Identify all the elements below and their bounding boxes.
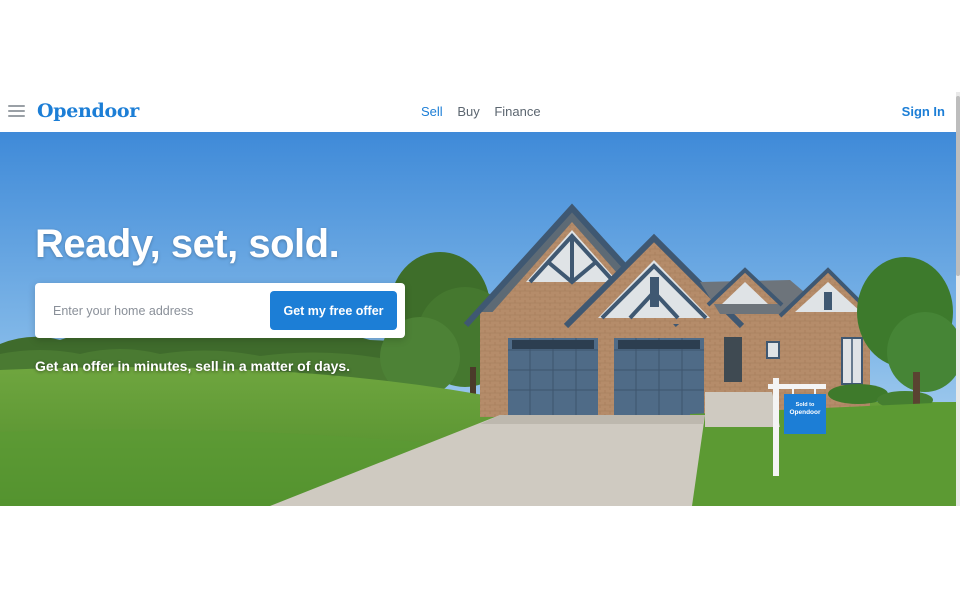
address-search-card: Get my free offer (35, 283, 405, 338)
nav-link-finance[interactable]: Finance (494, 104, 540, 119)
yard-sign-line-2: Opendoor (789, 408, 821, 416)
hero-subheadline: Get an offer in minutes, sell in a matte… (35, 358, 351, 374)
get-free-offer-button[interactable]: Get my free offer (270, 291, 397, 330)
home-address-input[interactable] (51, 300, 265, 322)
opendoor-logo[interactable]: Opendoor (37, 100, 139, 122)
nav-links: Sell Buy Finance (421, 104, 552, 119)
nav-link-buy[interactable]: Buy (457, 104, 479, 119)
hero-section: Sold to Opendoor Ready, set, sold. Get m… (0, 132, 956, 506)
hero-headline: Ready, set, sold. (35, 222, 340, 266)
yard-sign-line-1: Sold to (795, 402, 815, 408)
yard-sign: Sold to Opendoor (784, 402, 826, 417)
scrollbar-thumb[interactable] (956, 96, 960, 276)
top-nav: Opendoor Sell Buy Finance Sign In (0, 92, 956, 132)
page-scrollbar[interactable] (956, 92, 960, 506)
nav-link-sell[interactable]: Sell (421, 104, 443, 119)
hamburger-menu-icon[interactable] (8, 105, 25, 118)
sign-in-link[interactable]: Sign In (902, 104, 945, 119)
